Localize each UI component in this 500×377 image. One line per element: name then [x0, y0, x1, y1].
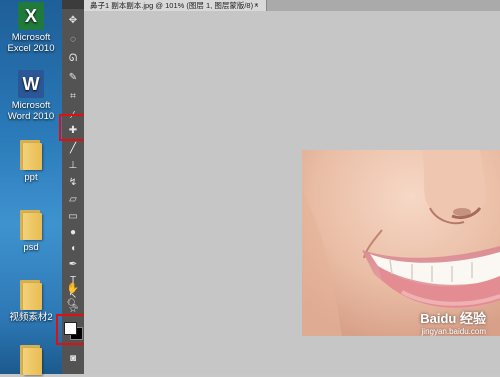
tools-panel-grip[interactable]	[62, 0, 84, 9]
lasso-tool-icon[interactable]: ᘏ	[65, 52, 81, 66]
word-label-line1: Microsoft	[11, 100, 51, 111]
close-tab-icon[interactable]: ×	[254, 0, 259, 11]
ppt-folder[interactable]: ppt	[0, 140, 62, 183]
pen-tool-icon[interactable]: ✒	[65, 258, 81, 272]
excel-icon: X	[18, 2, 49, 30]
zoom-tool-icon[interactable]: 🔍︎	[65, 298, 81, 312]
folder-icon	[18, 210, 44, 240]
folder-icon	[18, 280, 44, 310]
watermark-brand: Baidu 经验	[420, 311, 486, 326]
ppt-folder-label: ppt	[24, 172, 38, 183]
move-tool-icon[interactable]: ✥	[65, 14, 81, 28]
word-shortcut[interactable]: W Microsoft Word 2010	[0, 70, 62, 122]
psd-folder-label: psd	[23, 242, 39, 253]
word-label-line2: Word 2010	[7, 111, 55, 122]
word-icon: W	[18, 70, 44, 98]
eraser-tool-icon[interactable]: ▱	[65, 193, 81, 207]
history-brush-tool-icon[interactable]: ↯	[65, 176, 81, 190]
video-folder[interactable]: 视频素材2	[0, 280, 62, 323]
dodge-tool-icon[interactable]: ◖	[65, 242, 81, 256]
quick-select-tool-icon[interactable]: ✎	[65, 71, 81, 85]
hand-tool-icon[interactable]: ✋	[65, 282, 81, 296]
folder-icon	[18, 140, 44, 170]
photo-canvas[interactable]: Baidu 经验 jingyan.baidu.com	[302, 150, 500, 336]
baidu-watermark: Baidu 经验 jingyan.baidu.com	[420, 308, 486, 336]
desktop-strip: X Microsoft Excel 2010 W Microsoft Word …	[0, 0, 62, 377]
marquee-tool-icon[interactable]: ◌	[65, 33, 81, 47]
clone-stamp-tool-icon[interactable]: ⊥	[65, 159, 81, 173]
excel-label-line1: Microsoft	[11, 32, 51, 43]
tab-bar	[260, 0, 500, 11]
excel-shortcut[interactable]: X Microsoft Excel 2010	[0, 2, 62, 54]
excel-label-line2: Excel 2010	[7, 43, 55, 54]
psd-folder[interactable]: psd	[0, 210, 62, 253]
document-tab-title: 鼻子1 副本副本.jpg @ 101% (图层 1, 图层蒙版/8) *	[90, 1, 259, 10]
watermark-url: jingyan.baidu.com	[421, 327, 486, 336]
gradient-tool-icon[interactable]: ▭	[65, 210, 81, 224]
folder-partial[interactable]	[0, 345, 62, 377]
document-tab[interactable]: 鼻子1 副本副本.jpg @ 101% (图层 1, 图层蒙版/8) *	[84, 0, 267, 11]
folder-icon	[18, 345, 44, 375]
quick-mask-icon[interactable]: ◙	[65, 352, 81, 366]
crop-tool-icon[interactable]: ⌗	[65, 90, 81, 104]
blur-tool-icon[interactable]: ●	[65, 226, 81, 240]
brush-tool-icon[interactable]: ╱	[65, 142, 81, 156]
video-folder-label: 视频素材2	[9, 312, 53, 323]
